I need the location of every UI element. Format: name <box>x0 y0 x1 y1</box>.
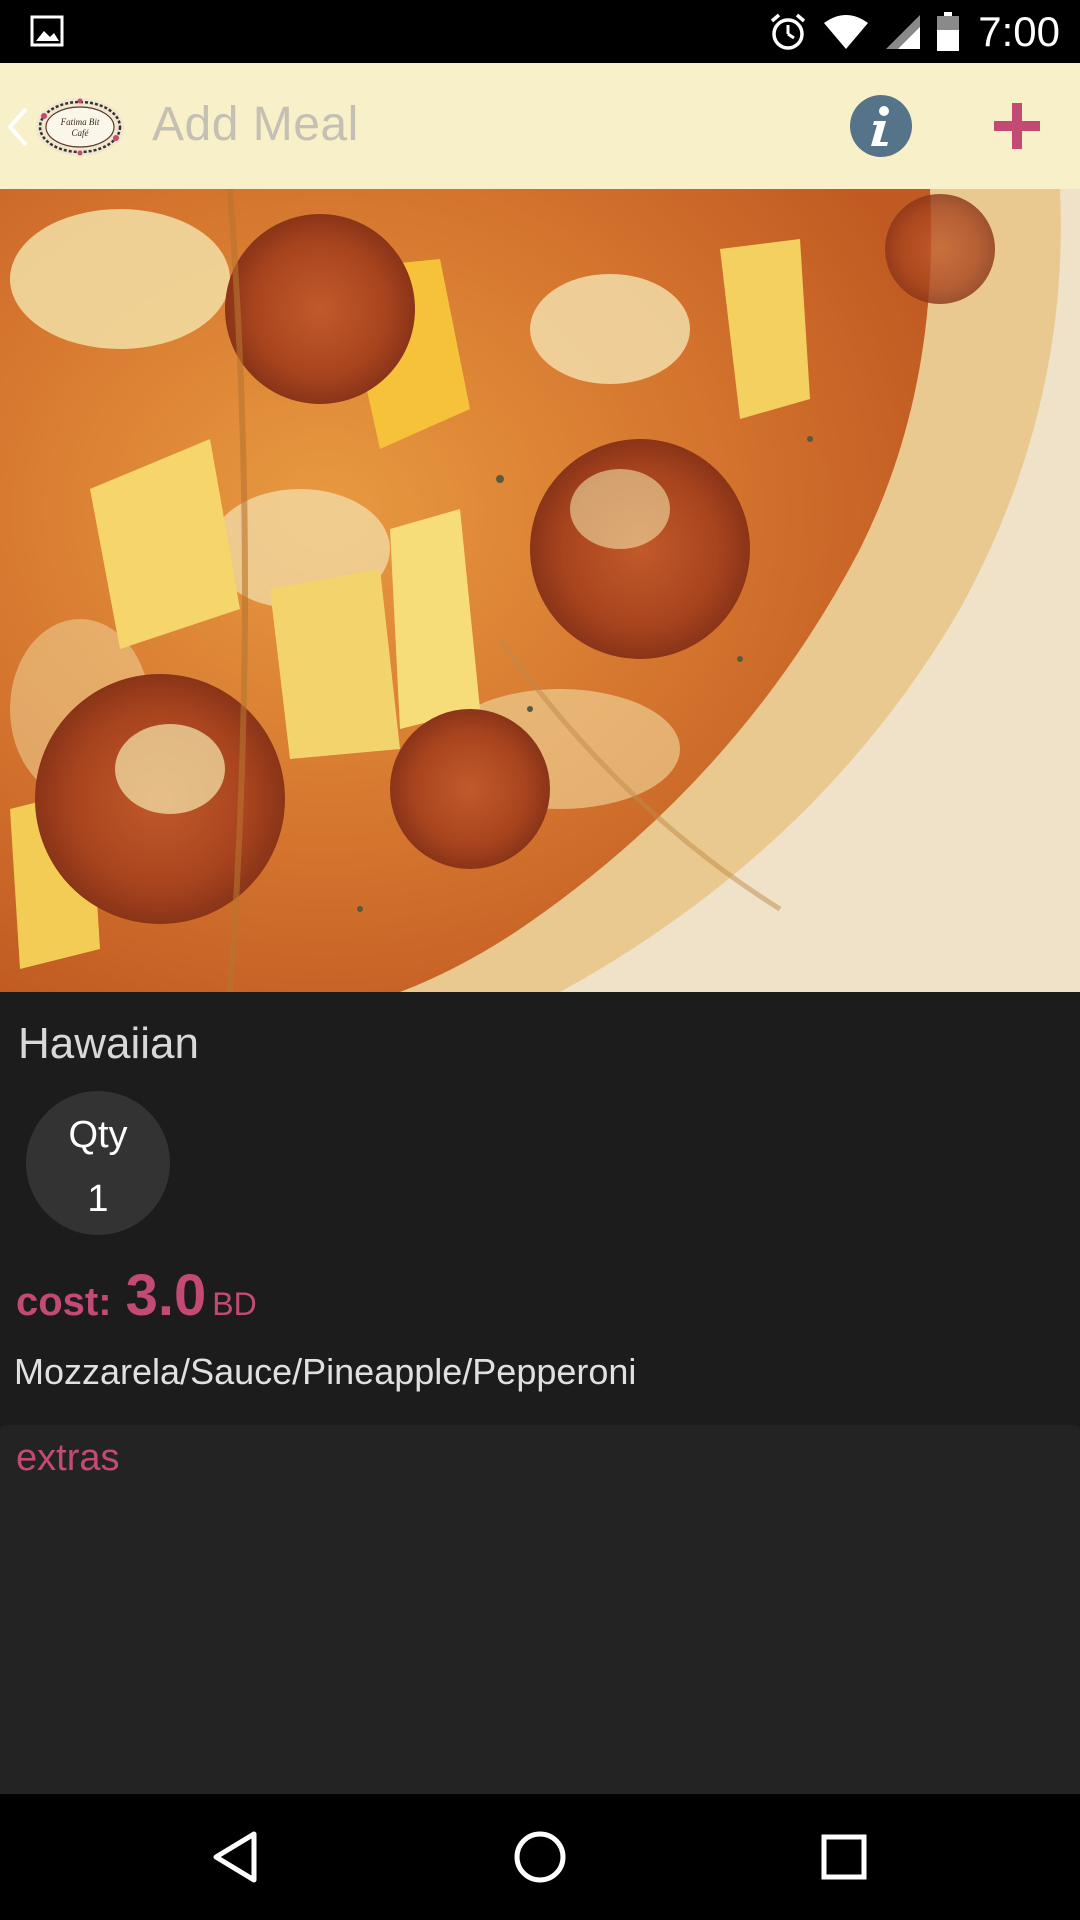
gallery-icon <box>30 15 64 47</box>
cost-currency: BD <box>212 1286 257 1322</box>
status-time: 7:00 <box>978 7 1060 55</box>
qty-label: Qty <box>68 1114 128 1156</box>
back-triangle-icon <box>213 1831 257 1883</box>
info-icon <box>871 106 889 146</box>
extras-label: extras <box>16 1437 120 1479</box>
nav-back-button[interactable] <box>202 1824 268 1890</box>
app-bar: Fatima Bit Café Add Meal <box>0 63 1080 189</box>
quantity-selector[interactable]: Qty 1 <box>26 1091 170 1235</box>
ingredients-text: Mozzarela/Sauce/Pineapple/Pepperoni <box>14 1351 637 1392</box>
meal-name: Hawaiian <box>18 1019 199 1068</box>
add-icon[interactable] <box>990 99 1044 153</box>
qty-value: 1 <box>87 1178 109 1220</box>
page-title: Add Meal <box>152 98 359 151</box>
cost-row: cost: 3.0 BD <box>16 1262 257 1332</box>
status-bar: 7:00 <box>0 0 1080 63</box>
cafe-logo: Fatima Bit Café <box>36 98 124 156</box>
meal-photo <box>0 189 1080 992</box>
info-button[interactable] <box>850 95 912 157</box>
home-circle-icon <box>514 1831 566 1883</box>
logo-text-line1: Fatima Bit <box>60 117 100 127</box>
back-icon[interactable] <box>6 105 30 149</box>
battery-icon <box>937 11 960 51</box>
nav-recents-button[interactable] <box>811 1824 877 1890</box>
nav-home-button[interactable] <box>507 1824 573 1890</box>
cost-label: cost: <box>16 1280 112 1324</box>
extras-panel[interactable]: extras <box>0 1425 1080 1794</box>
nav-bar <box>0 1794 1080 1920</box>
alarm-icon <box>771 13 806 50</box>
status-icons: 7:00 <box>768 0 1060 63</box>
signal-icon <box>886 14 921 49</box>
cost-value: 3.0 <box>125 1263 207 1328</box>
pizza-image <box>0 189 1080 992</box>
logo-text-line2: Café <box>72 128 90 138</box>
recents-square-icon <box>821 1834 867 1880</box>
wifi-icon <box>824 14 869 49</box>
